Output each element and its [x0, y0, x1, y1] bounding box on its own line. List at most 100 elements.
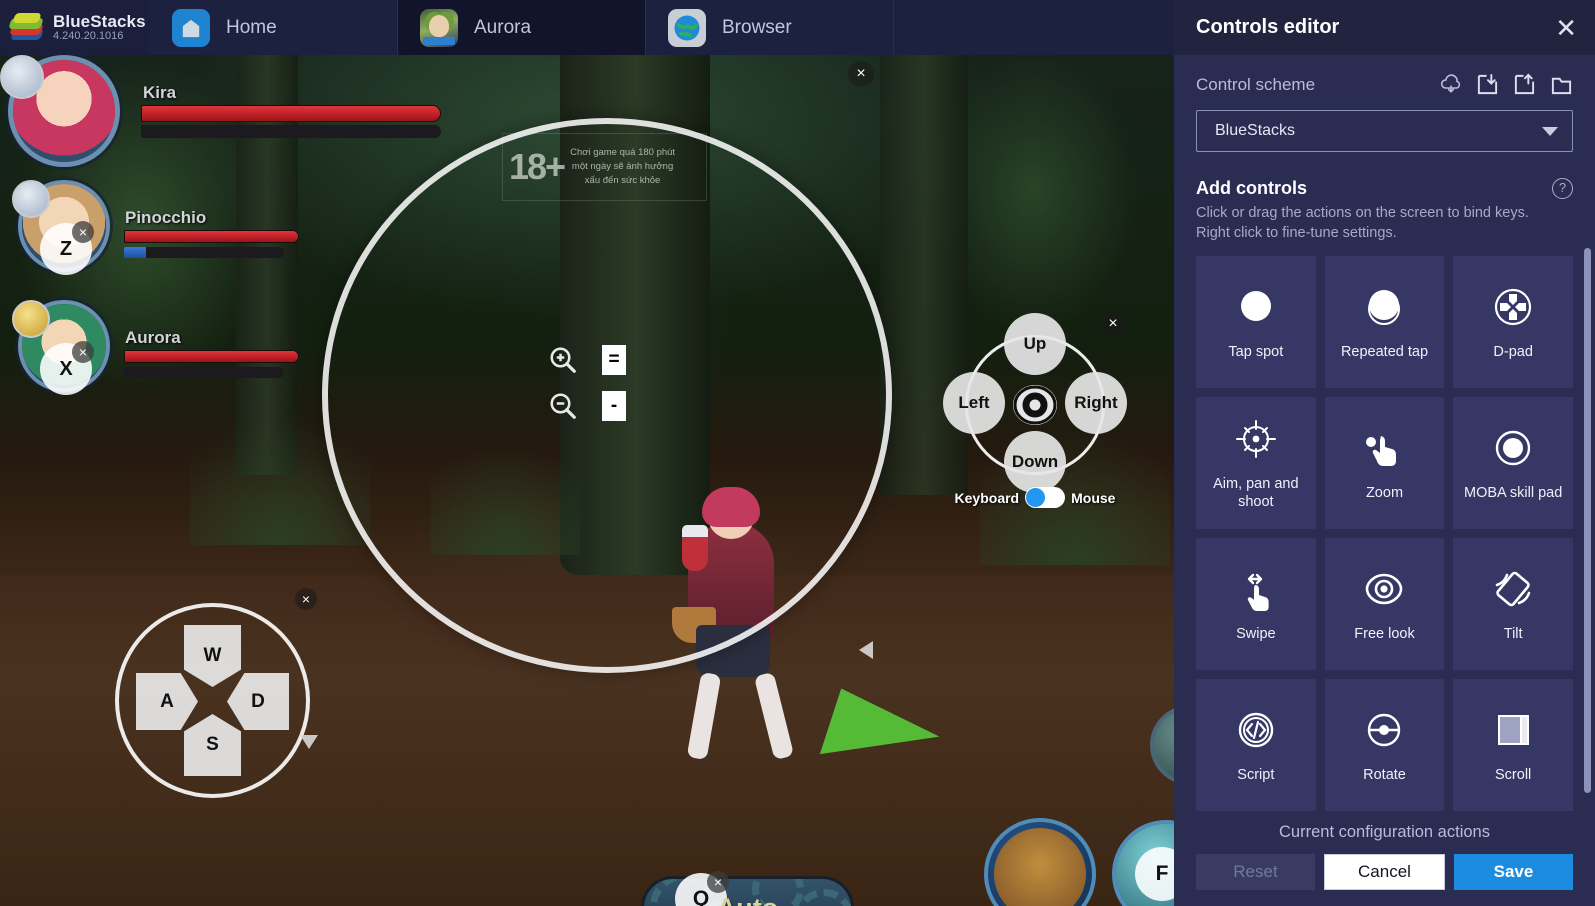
- reset-button[interactable]: Reset: [1196, 854, 1315, 890]
- browser-globe-icon: [668, 8, 706, 47]
- dpad-right-button[interactable]: Right: [1065, 372, 1127, 434]
- controls-grid: Tap spot Repeated tap D-pad Aim, pan and…: [1196, 255, 1573, 811]
- control-tile-label: Tilt: [1503, 625, 1523, 642]
- panel-scrollbar[interactable]: [1584, 244, 1591, 813]
- auto-battle-label: Auto: [717, 893, 778, 906]
- keybind-label: Z: [59, 237, 73, 260]
- party-member-aurora: Aurora X ×: [0, 300, 340, 410]
- tab-aurora[interactable]: Aurora: [398, 0, 646, 55]
- wasd-dpad-control[interactable]: W A S D: [115, 603, 310, 798]
- health-bar: [124, 230, 299, 243]
- dpad-center-icon[interactable]: [1005, 375, 1065, 435]
- tab-aurora-label: Aurora: [474, 16, 532, 38]
- home-icon: [172, 8, 210, 47]
- tab-browser[interactable]: Browser: [646, 0, 894, 55]
- script-icon: [1233, 705, 1279, 757]
- game-viewport[interactable]: 18+ Chơi game quá 180 phút một ngày sẽ ả…: [0, 55, 1174, 906]
- brand-name: BlueStacks: [53, 11, 146, 31]
- rotate-icon: [1361, 705, 1407, 757]
- party-member-pinocchio: Pinocchio Z ×: [0, 180, 340, 290]
- control-tile-label: D-pad: [1493, 343, 1533, 360]
- control-tile-scroll[interactable]: Scroll: [1453, 678, 1573, 811]
- control-tile-rotate[interactable]: Rotate: [1324, 678, 1445, 811]
- party-member-name: Aurora: [125, 328, 181, 347]
- party-member-name: Kira: [143, 83, 177, 102]
- keyboard-mouse-toggle[interactable]: [1025, 487, 1066, 508]
- control-tile-aim-pan-shoot[interactable]: Aim, pan and shoot: [1196, 396, 1316, 529]
- control-tile-label: Scroll: [1495, 766, 1532, 783]
- tab-home[interactable]: Home: [150, 0, 398, 55]
- health-bar: 100%: [141, 105, 441, 122]
- cloud-sync-icon[interactable]: [1439, 73, 1462, 96]
- auto-battle-button[interactable]: Auto: [641, 876, 854, 906]
- rank-badge: [12, 300, 50, 338]
- close-icon[interactable]: ✕: [1555, 15, 1577, 41]
- control-tile-swipe[interactable]: Swipe: [1196, 537, 1316, 670]
- control-tile-label: Zoom: [1365, 484, 1404, 501]
- dpad-up-button[interactable]: Up: [1004, 313, 1066, 375]
- keybind-bubble-z[interactable]: Z ×: [40, 221, 94, 275]
- mana-bar: [124, 247, 284, 258]
- remove-wasd-control-icon[interactable]: ×: [295, 588, 317, 610]
- control-tile-label: Tap spot: [1228, 343, 1284, 360]
- moba-skill-pad-icon: [1490, 423, 1536, 475]
- cancel-button[interactable]: Cancel: [1324, 854, 1445, 890]
- control-tile-label: MOBA skill pad: [1463, 484, 1563, 501]
- control-tile-d-pad[interactable]: D-pad: [1453, 255, 1573, 388]
- remove-zoom-control-icon[interactable]: ×: [848, 61, 874, 87]
- keybind-label: X: [59, 357, 73, 380]
- zoom-in-keycap[interactable]: =: [602, 345, 626, 375]
- add-controls-title: Add controls: [1196, 178, 1307, 198]
- aim-pan-shoot-icon: [1233, 414, 1279, 466]
- control-tile-label: Free look: [1354, 625, 1415, 642]
- remove-freelook-control-icon[interactable]: ×: [1100, 311, 1126, 337]
- screen-edge-marker: [300, 735, 318, 749]
- dpad-down-button[interactable]: Down: [1004, 431, 1066, 493]
- footer-title: Current configuration actions: [1279, 823, 1490, 841]
- app-window: BlueStacks 4.240.20.1016 Home Aurora Bro…: [0, 0, 1595, 906]
- panel-scrollbar-thumb[interactable]: [1584, 247, 1591, 793]
- mana-bar: [124, 367, 284, 378]
- control-scheme-section: Control scheme BlueStacks: [1174, 55, 1595, 168]
- scroll-icon: [1490, 705, 1536, 757]
- zoom-pinch-icon: [1361, 423, 1407, 475]
- control-tile-free-look[interactable]: Free look: [1324, 537, 1445, 670]
- control-scheme-select[interactable]: BlueStacks: [1196, 110, 1573, 152]
- tab-browser-label: Browser: [722, 16, 792, 38]
- tab-home-label: Home: [226, 16, 277, 38]
- save-button[interactable]: Save: [1454, 854, 1573, 890]
- aurora-app-icon: [420, 8, 458, 47]
- control-tile-moba-skill-pad[interactable]: MOBA skill pad: [1453, 396, 1573, 529]
- mana-bar: [141, 125, 441, 138]
- tilt-icon: [1490, 564, 1536, 616]
- add-controls-subtitle-2: Right click to fine-tune settings.: [1196, 225, 1397, 242]
- control-scheme-value: BlueStacks: [1215, 122, 1296, 139]
- control-tile-repeated-tap[interactable]: Repeated tap: [1324, 255, 1445, 388]
- open-folder-icon[interactable]: [1550, 73, 1573, 96]
- remove-keybind-icon[interactable]: ×: [707, 871, 729, 893]
- control-tile-tap-spot[interactable]: Tap spot: [1196, 255, 1316, 388]
- control-tile-script[interactable]: Script: [1196, 678, 1316, 811]
- add-controls-section: Add controls ? Click or drag the actions…: [1174, 168, 1595, 244]
- export-scheme-icon[interactable]: [1513, 73, 1536, 96]
- zoom-control-keys: = -: [548, 345, 658, 437]
- control-tile-label: Rotate: [1363, 766, 1406, 783]
- import-scheme-icon[interactable]: [1476, 73, 1499, 96]
- keybind-bubble-x[interactable]: X ×: [40, 341, 94, 395]
- dpad-mode-toggle-row: Keyboard Mouse: [943, 487, 1127, 508]
- dpad-mode-mouse-label: Mouse: [1071, 489, 1116, 506]
- dpad-left-button[interactable]: Left: [943, 372, 1005, 434]
- zoom-out-keycap[interactable]: -: [602, 391, 626, 421]
- control-tile-tilt[interactable]: Tilt: [1453, 537, 1573, 670]
- help-question-icon[interactable]: ?: [1552, 178, 1573, 199]
- control-scheme-label: Control scheme: [1196, 74, 1316, 94]
- remove-keybind-icon[interactable]: ×: [72, 221, 94, 243]
- control-tile-zoom[interactable]: Zoom: [1324, 396, 1445, 529]
- screen-edge-marker: [859, 641, 873, 659]
- magnifier-minus-icon: [548, 391, 578, 421]
- freelook-dpad-overlay[interactable]: Up Down Left Right Keyboard Mouse: [943, 313, 1127, 517]
- controls-editor-panel: Controls editor ✕ Control scheme BlueSta…: [1174, 0, 1595, 906]
- control-tile-label: Repeated tap: [1340, 343, 1429, 360]
- remove-keybind-icon[interactable]: ×: [72, 341, 94, 363]
- control-tile-label: Script: [1237, 766, 1275, 783]
